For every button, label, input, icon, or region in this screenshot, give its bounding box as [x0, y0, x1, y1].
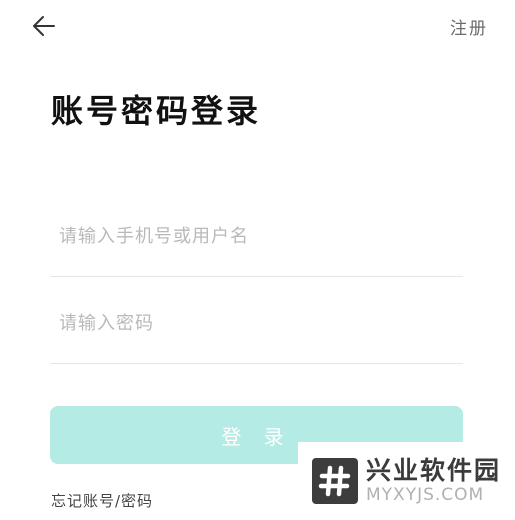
register-link[interactable]: 注册	[450, 14, 488, 39]
login-page: 注册 账号密码登录 登 录 忘记账号/密码 兴业软件园 MYXYJS.COM	[0, 0, 515, 520]
watermark-brand-cn: 兴业软件园	[366, 456, 502, 485]
account-field-container	[50, 210, 463, 277]
watermark-brand-en: MYXYJS.COM	[366, 485, 485, 505]
watermark-text: 兴业软件园 MYXYJS.COM	[366, 458, 501, 504]
watermark-logo-icon	[312, 458, 358, 504]
password-field-container	[50, 297, 463, 364]
account-input[interactable]	[50, 210, 463, 262]
password-input[interactable]	[50, 297, 463, 349]
arrow-left-icon	[33, 16, 55, 36]
back-button[interactable]	[28, 10, 60, 42]
page-title: 账号密码登录	[51, 92, 262, 130]
forgot-password-link[interactable]: 忘记账号/密码	[51, 490, 153, 511]
watermark: 兴业软件园 MYXYJS.COM	[298, 442, 515, 520]
